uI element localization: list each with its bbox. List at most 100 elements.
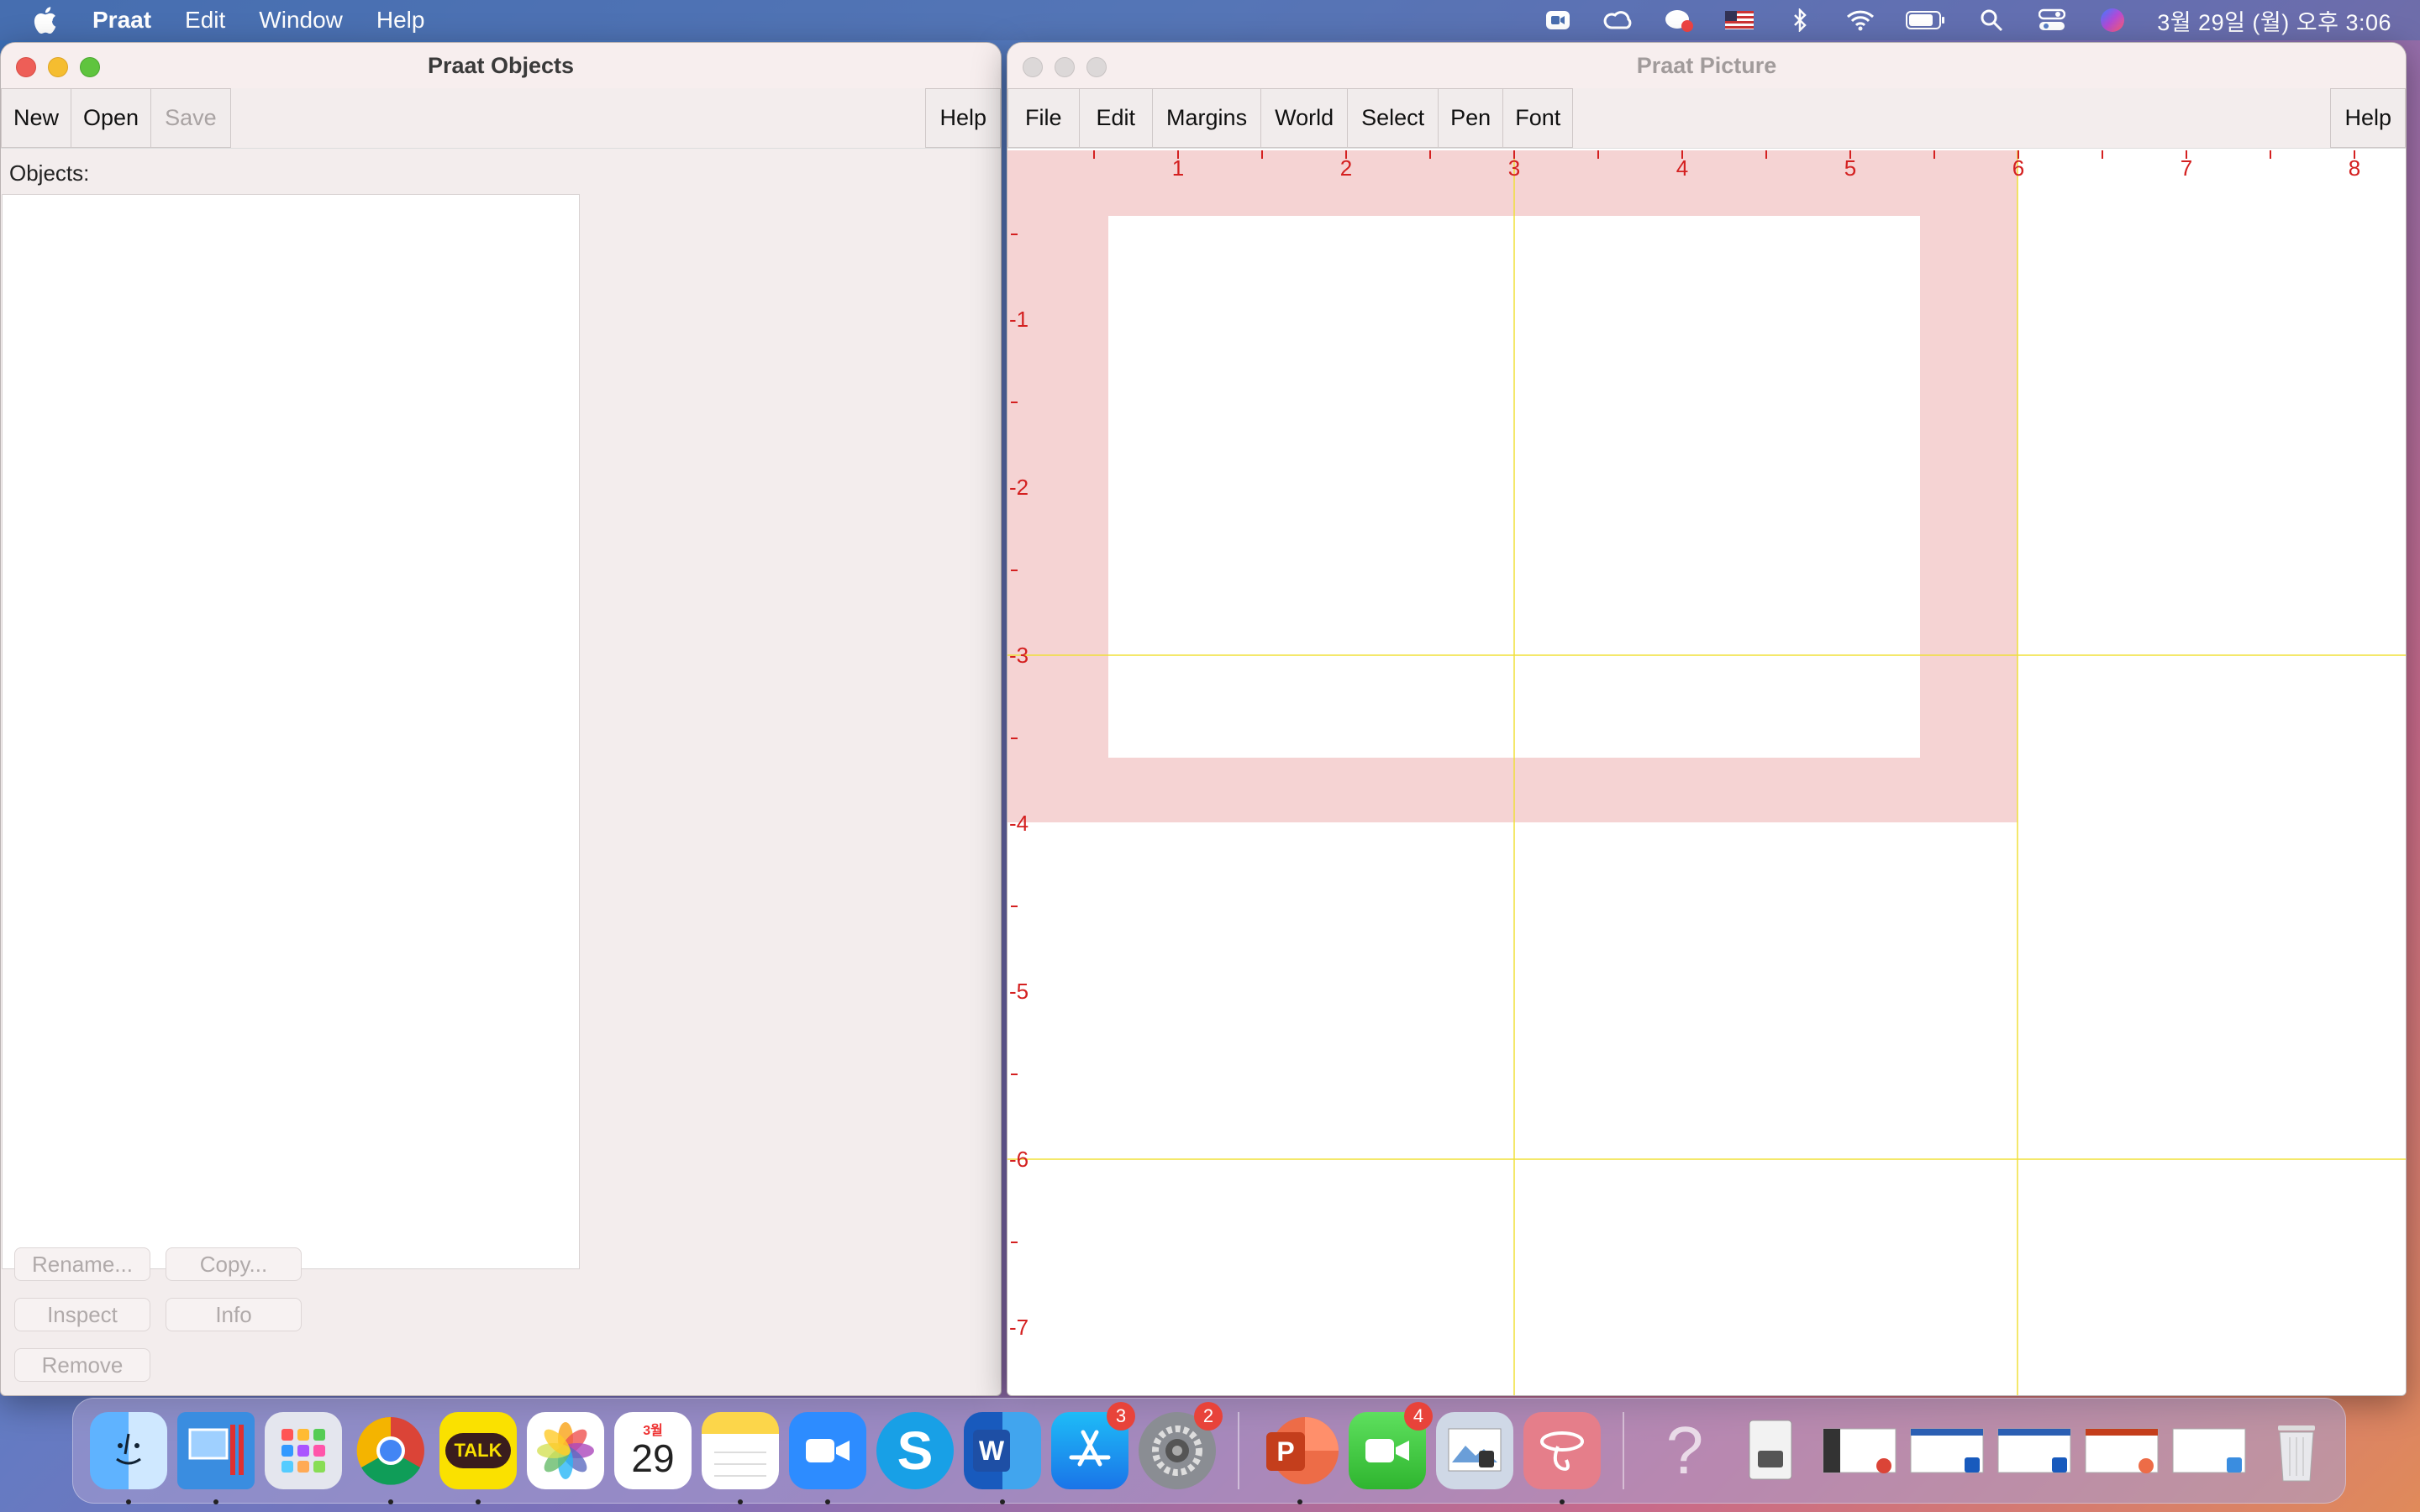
pen-menu[interactable]: Pen (1438, 88, 1504, 148)
svg-text:P: P (1276, 1436, 1294, 1467)
open-menu[interactable]: Open (71, 88, 152, 148)
ruler-x-label: 4 (1676, 155, 1688, 181)
picture-canvas[interactable]: 1 2 3 4 5 6 7 8 -1 -2 -3 -4 -5 -6 -7 (1007, 150, 2406, 1395)
close-button[interactable] (1023, 57, 1043, 77)
zoom-status-icon[interactable] (1542, 8, 1574, 33)
close-button[interactable] (16, 57, 36, 77)
minimized-window-word-2-icon[interactable] (1991, 1407, 2078, 1494)
ruler-y-label: -5 (1009, 979, 1028, 1004)
control-center-icon[interactable] (2036, 8, 2068, 33)
minimized-window-finder-icon[interactable] (2165, 1407, 2253, 1494)
skype-icon[interactable]: S (871, 1407, 959, 1494)
ruler-x-label: 8 (2349, 155, 2360, 181)
minimized-window-chrome-icon[interactable] (1816, 1407, 1903, 1494)
finder-icon[interactable] (85, 1407, 172, 1504)
rename-button[interactable]: Rename... (14, 1247, 150, 1281)
traffic-lights-inactive (1023, 57, 1107, 77)
font-menu[interactable]: Font (1502, 88, 1574, 148)
wifi-icon[interactable] (1844, 8, 1876, 33)
new-menu[interactable]: New (1, 88, 72, 148)
facetime-icon[interactable]: 4 (1344, 1402, 1433, 1494)
ruler-y-label: -2 (1009, 475, 1028, 500)
menu-app-praat[interactable]: Praat (92, 7, 151, 34)
objects-toolbar: New Open Save Help (1, 88, 1001, 149)
praat-picture-window: Praat Picture File Edit Margins World Se… (1007, 42, 2407, 1396)
copy-button[interactable]: Copy... (166, 1247, 302, 1281)
zoom-button[interactable] (80, 57, 100, 77)
picture-window-title: Praat Picture (1636, 52, 1777, 78)
kakaotalk-label: TALK (445, 1433, 511, 1468)
zoom-icon[interactable] (784, 1407, 871, 1504)
objects-help-menu[interactable]: Help (925, 88, 1001, 148)
apple-menu-icon[interactable] (32, 6, 66, 34)
save-menu[interactable]: Save (150, 88, 231, 148)
ruler-y-label: -6 (1009, 1147, 1028, 1172)
ruler-y-label: -7 (1009, 1315, 1028, 1340)
minimized-window-powerpoint-icon[interactable] (2078, 1407, 2165, 1494)
bluetooth-icon[interactable] (1784, 8, 1816, 33)
info-button[interactable]: Info (166, 1298, 302, 1331)
minimize-button[interactable] (1055, 57, 1075, 77)
creative-cloud-icon[interactable] (1602, 8, 1634, 33)
chrome-icon[interactable] (347, 1407, 434, 1504)
inspect-button[interactable]: Inspect (14, 1298, 150, 1331)
ruler-x-label: 7 (2181, 155, 2192, 181)
photos-icon[interactable] (522, 1407, 609, 1494)
menu-bar: Praat Edit Window Help 3월 29일 (월) 오후 3:0… (0, 0, 2420, 40)
ruler-y-label: -1 (1009, 307, 1028, 332)
margins-menu[interactable]: Margins (1152, 88, 1262, 148)
minimize-button[interactable] (48, 57, 68, 77)
world-menu[interactable]: World (1260, 88, 1349, 148)
status-area: 3월 29일 (월) 오후 3:06 (1542, 0, 2420, 40)
help-placeholder-icon[interactable]: ? (1641, 1407, 1728, 1494)
parallels-icon[interactable] (172, 1407, 260, 1504)
ruler-x-label: 5 (1844, 155, 1856, 181)
dock-separator (1238, 1412, 1239, 1489)
minimized-window-word-icon[interactable] (1903, 1407, 1991, 1494)
traffic-lights (16, 57, 100, 77)
downloads-stack-icon[interactable] (1728, 1407, 1816, 1494)
system-preferences-badge: 2 (1194, 1402, 1223, 1431)
zoom-button[interactable] (1086, 57, 1107, 77)
praat-icon[interactable] (1518, 1407, 1606, 1504)
menu-clock[interactable]: 3월 29일 (월) 오후 3:06 (2157, 4, 2391, 37)
objects-window-title: Praat Objects (427, 52, 575, 78)
select-menu[interactable]: Select (1347, 88, 1439, 148)
powerpoint-icon[interactable]: P (1256, 1407, 1344, 1504)
battery-icon[interactable] (1905, 8, 1947, 33)
ruler-x-label: 2 (1340, 155, 1352, 181)
word-icon[interactable]: W (959, 1407, 1046, 1504)
notes-icon[interactable] (697, 1407, 784, 1504)
us-flag-icon[interactable] (1723, 8, 1755, 33)
launchpad-icon[interactable] (260, 1407, 347, 1494)
kakaotalk-status-icon[interactable] (1663, 8, 1695, 33)
picture-help-menu[interactable]: Help (2330, 88, 2406, 148)
edit-menu[interactable]: Edit (1078, 88, 1154, 148)
spotlight-search-icon[interactable] (1975, 8, 2007, 33)
objects-title-bar[interactable]: Praat Objects (1, 43, 1001, 88)
calendar-day: 29 (631, 1436, 675, 1480)
menu-edit[interactable]: Edit (185, 7, 225, 34)
ruler-x-label: 3 (1508, 155, 1520, 181)
kakaotalk-icon[interactable]: TALK (434, 1407, 522, 1504)
remove-button[interactable]: Remove (14, 1348, 150, 1382)
help-question-glyph: ? (1665, 1413, 1704, 1488)
dock-separator (1623, 1412, 1624, 1489)
app-store-badge: 3 (1107, 1402, 1135, 1431)
system-preferences-icon[interactable]: 2 (1134, 1402, 1223, 1494)
menu-help[interactable]: Help (376, 7, 425, 34)
calendar-icon[interactable]: 3월 29 (609, 1407, 697, 1494)
picture-title-bar[interactable]: Praat Picture (1007, 43, 2406, 88)
objects-list[interactable] (2, 194, 580, 1269)
picture-canvas-svg: 1 2 3 4 5 6 7 8 -1 -2 -3 -4 -5 -6 -7 (1007, 150, 2406, 1395)
trash-icon[interactable] (2253, 1407, 2340, 1494)
ruler-y-label: -3 (1009, 643, 1028, 668)
siri-icon[interactable] (2096, 8, 2128, 33)
facetime-badge: 4 (1404, 1402, 1433, 1431)
file-menu[interactable]: File (1007, 88, 1080, 148)
menu-window[interactable]: Window (259, 7, 343, 34)
ruler-x-label: 6 (2012, 155, 2024, 181)
app-store-icon[interactable]: 3 (1046, 1402, 1135, 1494)
praat-objects-window: Praat Objects New Open Save Help Objects… (0, 42, 1002, 1396)
preview-icon[interactable] (1431, 1407, 1518, 1494)
